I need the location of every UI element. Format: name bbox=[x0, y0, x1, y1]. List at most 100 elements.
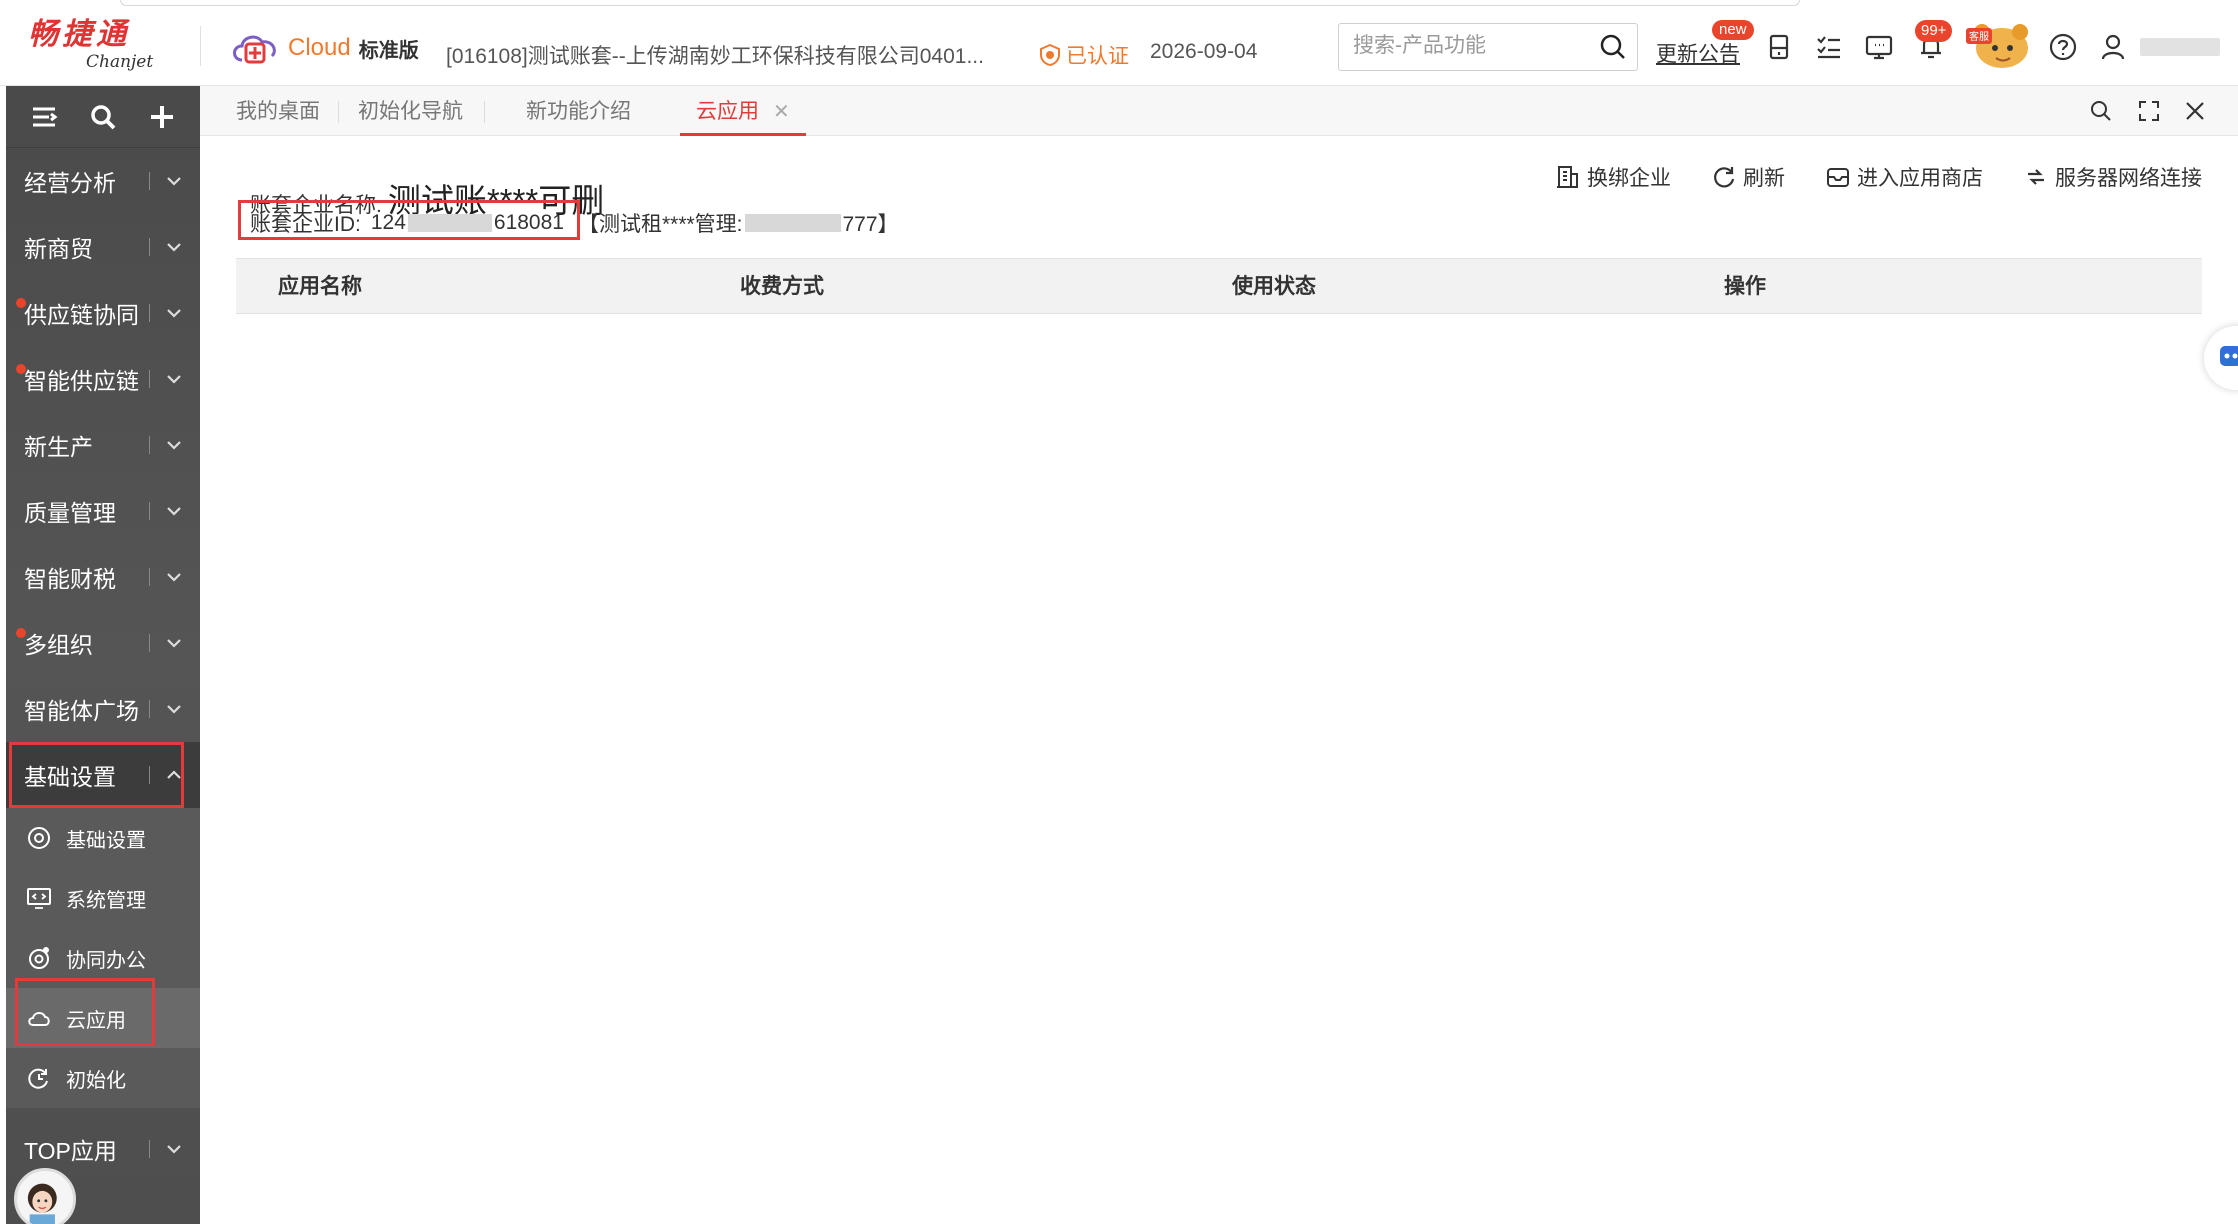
avatar-icon bbox=[27, 1183, 57, 1224]
nav-separator bbox=[149, 700, 150, 718]
nav-separator bbox=[149, 766, 150, 784]
chevron-down-icon[interactable] bbox=[164, 435, 184, 455]
sub-item-system-management[interactable]: 系统管理 bbox=[6, 868, 200, 928]
close-tab-icon[interactable]: ✕ bbox=[773, 101, 790, 123]
column-billing: 收费方式 bbox=[740, 275, 824, 298]
customer-service-icon[interactable]: 客服 bbox=[1962, 18, 2036, 72]
certified-label: 已认证 bbox=[1066, 45, 1129, 68]
tab-cloud-apps[interactable]: 云应用 ✕ bbox=[680, 86, 806, 136]
certified-status: 已认证 bbox=[1040, 40, 1129, 70]
chevron-down-icon[interactable] bbox=[164, 567, 184, 587]
product-search[interactable] bbox=[1338, 23, 1638, 71]
sub-item-basic-settings[interactable]: 基础设置 bbox=[6, 808, 200, 868]
floating-assistant-button[interactable] bbox=[2204, 326, 2238, 390]
tab-new-features[interactable]: 新功能介绍 bbox=[526, 86, 631, 136]
nav-separator bbox=[149, 304, 150, 322]
account-set-title[interactable]: [016108]测试账套--上传湖南妙工环保科技有限公司0401... bbox=[446, 40, 984, 70]
menu-toggle-icon[interactable] bbox=[29, 102, 59, 132]
expiry-date: 2026-09-04 bbox=[1150, 40, 1258, 63]
sidebar: 经营分析 新商贸 供应链协同 智能供应链 新生产 质量管理 智能财税 多组织 智… bbox=[6, 86, 200, 1224]
nav-label: 经营分析 bbox=[24, 170, 116, 196]
sub-item-initialize[interactable]: 初始化 bbox=[6, 1048, 200, 1108]
nav-item-quality-management[interactable]: 质量管理 bbox=[6, 478, 200, 544]
tab-label: 云应用 bbox=[696, 100, 759, 123]
calculator-icon[interactable] bbox=[1764, 32, 1794, 62]
top-header: 畅捷通 Chanjet Cloud 标准版 [016108]测试账套--上传湖南… bbox=[0, 0, 2238, 86]
chevron-up-icon[interactable] bbox=[164, 765, 184, 785]
sub-item-cloud-apps[interactable]: 云应用 bbox=[6, 988, 200, 1048]
task-list-icon[interactable] bbox=[1814, 32, 1844, 62]
nav-item-multi-org[interactable]: 多组织 bbox=[6, 610, 200, 676]
assistant-avatar[interactable] bbox=[14, 1168, 76, 1224]
tab-search-icon[interactable] bbox=[2088, 98, 2114, 124]
kefu-label: 客服 bbox=[1969, 30, 1989, 43]
search-input[interactable] bbox=[1353, 24, 1593, 68]
close-all-icon[interactable] bbox=[2182, 98, 2208, 124]
settings-icon bbox=[28, 827, 50, 849]
edition-label: 标准版 bbox=[358, 39, 419, 62]
manager-suffix: 777】 bbox=[842, 213, 899, 236]
chevron-down-icon[interactable] bbox=[164, 699, 184, 719]
nav-item-agent-plaza[interactable]: 智能体广场 bbox=[6, 676, 200, 742]
monitor-code-icon bbox=[27, 888, 51, 909]
window-edge bbox=[120, 0, 1800, 6]
store-icon bbox=[1827, 168, 1849, 187]
new-dot-indicator bbox=[16, 298, 26, 308]
nav-item-new-production[interactable]: 新生产 bbox=[6, 412, 200, 478]
action-label: 换绑企业 bbox=[1587, 167, 1671, 190]
refresh-button[interactable]: 刷新 bbox=[1711, 162, 1785, 192]
user-name-redacted[interactable] bbox=[2140, 38, 2220, 56]
chevron-down-icon[interactable] bbox=[164, 237, 184, 257]
sub-item-label: 基础设置 bbox=[66, 829, 146, 852]
nav-separator bbox=[149, 502, 150, 520]
nav-list: 经营分析 新商贸 供应链协同 智能供应链 新生产 质量管理 智能财税 多组织 智… bbox=[6, 148, 200, 1182]
redacted-block bbox=[744, 214, 841, 232]
nav-label: 智能体广场 bbox=[24, 698, 139, 724]
nav-label: 新商贸 bbox=[24, 236, 93, 262]
fullscreen-icon[interactable] bbox=[2136, 98, 2162, 124]
sub-item-label: 初始化 bbox=[66, 1069, 126, 1092]
screen-message-icon[interactable] bbox=[1864, 32, 1894, 62]
chevron-down-icon[interactable] bbox=[164, 633, 184, 653]
enterprise-id-row: 账套企业ID: 124 618081 【测试租****管理: 777】 bbox=[250, 208, 899, 238]
sidebar-search-icon[interactable] bbox=[88, 102, 118, 132]
new-dot-indicator bbox=[16, 364, 26, 374]
add-icon[interactable] bbox=[147, 102, 177, 132]
server-network-button[interactable]: 服务器网络连接 bbox=[2023, 162, 2202, 192]
action-label: 刷新 bbox=[1743, 167, 1785, 190]
chevron-down-icon[interactable] bbox=[164, 501, 184, 521]
nav-item-smart-supply-chain[interactable]: 智能供应链 bbox=[6, 346, 200, 412]
link-icon bbox=[2028, 169, 2044, 185]
nav-item-new-trade[interactable]: 新商贸 bbox=[6, 214, 200, 280]
nav-item-basic-settings[interactable]: 基础设置 bbox=[6, 742, 200, 808]
chevron-down-icon[interactable] bbox=[164, 1139, 184, 1159]
announcement-link[interactable]: 更新公告 bbox=[1656, 38, 1740, 68]
nav-item-business-analysis[interactable]: 经营分析 bbox=[6, 148, 200, 214]
tab-my-desktop[interactable]: 我的桌面 bbox=[236, 86, 320, 136]
chevron-down-icon[interactable] bbox=[164, 171, 184, 191]
building-icon bbox=[1557, 166, 1578, 188]
logo-divider bbox=[200, 26, 201, 66]
nav-separator bbox=[149, 238, 150, 256]
sub-item-label: 云应用 bbox=[66, 1009, 126, 1032]
sub-item-label: 系统管理 bbox=[66, 889, 146, 912]
chanjet-logo[interactable]: 畅捷通 Chanjet bbox=[28, 18, 178, 74]
assistant-bubble-icon bbox=[2220, 346, 2238, 366]
help-icon[interactable] bbox=[2048, 32, 2078, 62]
cloud-icon bbox=[28, 1012, 50, 1026]
app-store-button[interactable]: 进入应用商店 bbox=[1825, 162, 1983, 192]
rebind-enterprise-button[interactable]: 换绑企业 bbox=[1555, 162, 1671, 192]
tab-separator bbox=[338, 101, 339, 123]
user-icon[interactable] bbox=[2098, 32, 2128, 62]
nav-item-smart-finance-tax[interactable]: 智能财税 bbox=[6, 544, 200, 610]
nav-item-supply-chain-collab[interactable]: 供应链协同 bbox=[6, 280, 200, 346]
tab-init-nav[interactable]: 初始化导航 bbox=[358, 86, 463, 136]
search-icon[interactable] bbox=[1599, 33, 1627, 61]
chevron-down-icon[interactable] bbox=[164, 303, 184, 323]
nav-label: 供应链协同 bbox=[24, 302, 139, 328]
chevron-down-icon[interactable] bbox=[164, 369, 184, 389]
sub-item-collab-office[interactable]: 协同办公 bbox=[6, 928, 200, 988]
tab-separator bbox=[484, 101, 485, 123]
manager-prefix: 【测试租****管理: bbox=[577, 213, 743, 236]
redacted-block bbox=[407, 214, 492, 232]
